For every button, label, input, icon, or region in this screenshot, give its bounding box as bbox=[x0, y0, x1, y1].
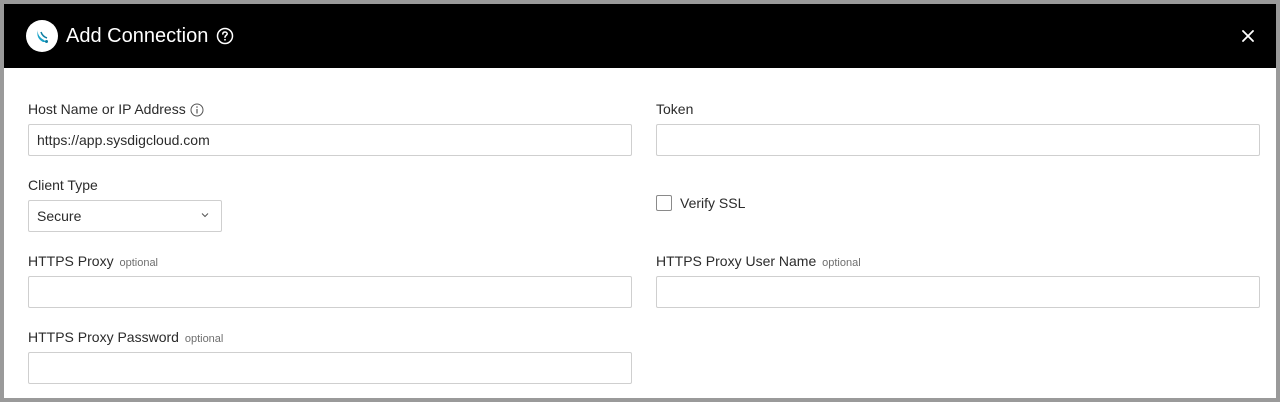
token-label: Token bbox=[656, 101, 694, 117]
close-button[interactable] bbox=[1238, 26, 1258, 46]
host-label-text: Host Name or IP Address bbox=[28, 101, 186, 117]
verify-ssl-checkbox[interactable] bbox=[656, 195, 672, 211]
question-circle-icon[interactable] bbox=[216, 27, 234, 45]
client-type-label: Client Type bbox=[28, 177, 98, 193]
optional-hint: optional bbox=[119, 257, 159, 269]
optional-hint: optional bbox=[184, 333, 224, 345]
dialog-title: Add Connection bbox=[66, 25, 209, 47]
https-proxy-password-label-text: HTTPS Proxy Password bbox=[28, 329, 179, 345]
host-field-label: Host Name or IP Address bbox=[28, 100, 204, 118]
https-proxy-label: HTTPS Proxy optional bbox=[28, 252, 158, 272]
optional-hint: optional bbox=[822, 257, 861, 269]
dialog-header: Add Connection bbox=[4, 4, 1276, 68]
https-proxy-user-label: HTTPS Proxy User Name optional bbox=[656, 252, 861, 272]
verify-ssl-label: Verify SSL bbox=[680, 195, 746, 211]
host-input[interactable]: https://app.sysdigcloud.com bbox=[28, 124, 632, 156]
client-type-selected: Secure bbox=[37, 208, 82, 224]
https-proxy-input[interactable] bbox=[28, 276, 632, 308]
add-connection-dialog: Add Connection Host Name or IP Address h… bbox=[4, 4, 1276, 398]
client-type-select[interactable]: Secure bbox=[28, 200, 222, 232]
chevron-down-icon bbox=[201, 213, 209, 218]
https-proxy-user-input[interactable] bbox=[656, 276, 1260, 308]
info-circle-icon[interactable] bbox=[190, 103, 204, 117]
https-proxy-label-text: HTTPS Proxy bbox=[28, 253, 114, 269]
token-input[interactable] bbox=[656, 124, 1260, 156]
sysdig-logo-icon bbox=[26, 20, 58, 52]
https-proxy-password-label: HTTPS Proxy Password optional bbox=[28, 328, 223, 348]
close-icon bbox=[1242, 30, 1254, 42]
https-proxy-password-input[interactable] bbox=[28, 352, 632, 384]
https-proxy-user-label-text: HTTPS Proxy User Name bbox=[656, 253, 817, 269]
